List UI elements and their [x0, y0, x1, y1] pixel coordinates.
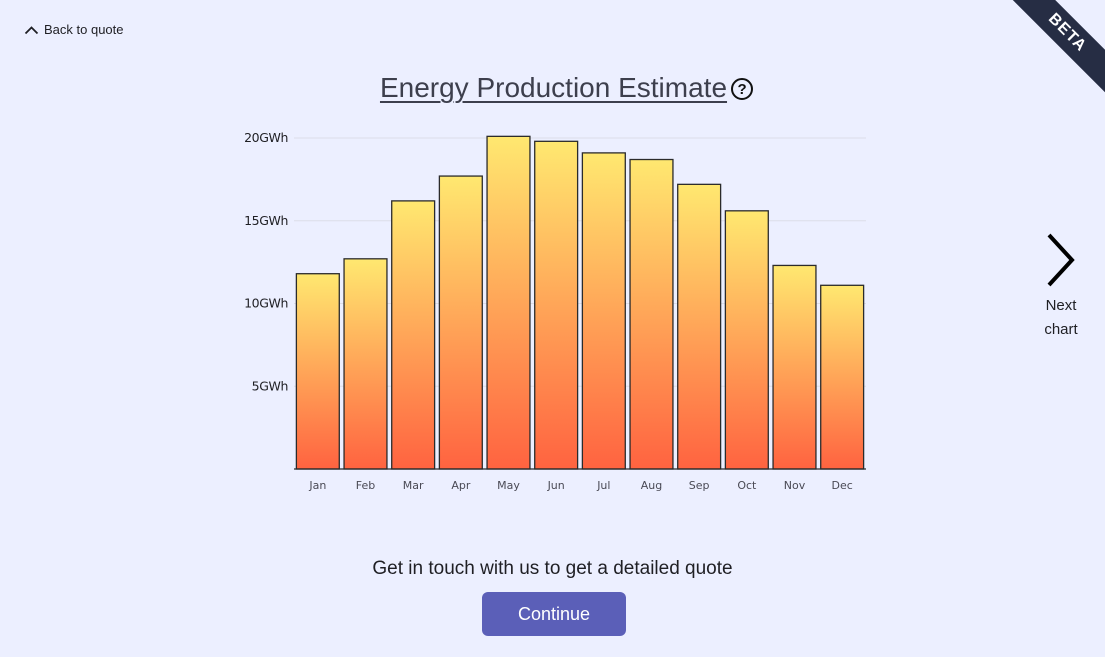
x-tick-label: Feb — [356, 479, 375, 492]
bars — [295, 135, 865, 470]
x-tick-label: Apr — [451, 479, 471, 492]
bar-oct — [724, 210, 769, 470]
energy-production-chart: 5GWh 10GWh 15GWh 20GWh Jan Feb Mar Apr May Jun Ju… — [220, 120, 880, 500]
back-to-quote-label: Back to quote — [44, 22, 124, 37]
x-tick-label: Jul — [596, 479, 610, 492]
y-tick-label: 10GWh — [244, 296, 288, 311]
x-axis-ticks: Jan Feb Mar Apr May Jun Jul Aug Sep Oct Nov Dec — [308, 479, 852, 492]
continue-button[interactable]: Continue — [482, 592, 626, 636]
bar-sep — [677, 183, 722, 470]
bar-aug — [629, 158, 674, 470]
bar-apr — [438, 175, 483, 470]
bar-chart-svg: 5GWh 10GWh 15GWh 20GWh Jan Feb Mar Apr May Jun Ju… — [244, 130, 866, 492]
x-tick-label: Jan — [308, 479, 326, 492]
y-tick-label: 20GWh — [244, 130, 288, 145]
y-axis-ticks: 5GWh 10GWh 15GWh 20GWh — [244, 130, 288, 393]
bar-jul — [581, 152, 626, 470]
y-tick-label: 15GWh — [244, 213, 288, 228]
bar-dec — [820, 284, 865, 470]
bar-jan — [295, 273, 340, 470]
chevron-right-icon — [1036, 232, 1086, 288]
x-tick-label: Aug — [641, 479, 662, 492]
x-tick-label: May — [497, 479, 520, 492]
bar-jun — [534, 140, 579, 470]
x-tick-label: Nov — [784, 479, 806, 492]
contact-prompt: Get in touch with us to get a detailed q… — [372, 558, 733, 579]
help-icon[interactable]: ? — [731, 78, 754, 100]
bar-may — [486, 135, 531, 470]
next-chart-button[interactable]: Next chart — [1036, 232, 1086, 342]
x-tick-label: Sep — [689, 479, 710, 492]
next-chart-label-line1: Next — [1045, 297, 1077, 314]
x-tick-label: Mar — [403, 479, 424, 492]
bar-nov — [772, 264, 817, 470]
next-chart-label-line2: chart — [1044, 321, 1078, 338]
y-tick-label: 5GWh — [252, 378, 288, 393]
chart-header: Energy Production Estimate ? — [0, 72, 1105, 104]
x-tick-label: Dec — [832, 479, 853, 492]
chart-title: Energy Production Estimate — [379, 72, 728, 103]
x-tick-label: Oct — [737, 479, 757, 492]
bar-feb — [343, 258, 388, 470]
back-to-quote-link[interactable]: Back to quote — [24, 22, 124, 37]
bar-mar — [391, 200, 436, 470]
chevron-up-icon — [24, 25, 39, 35]
x-tick-label: Jun — [547, 479, 565, 492]
